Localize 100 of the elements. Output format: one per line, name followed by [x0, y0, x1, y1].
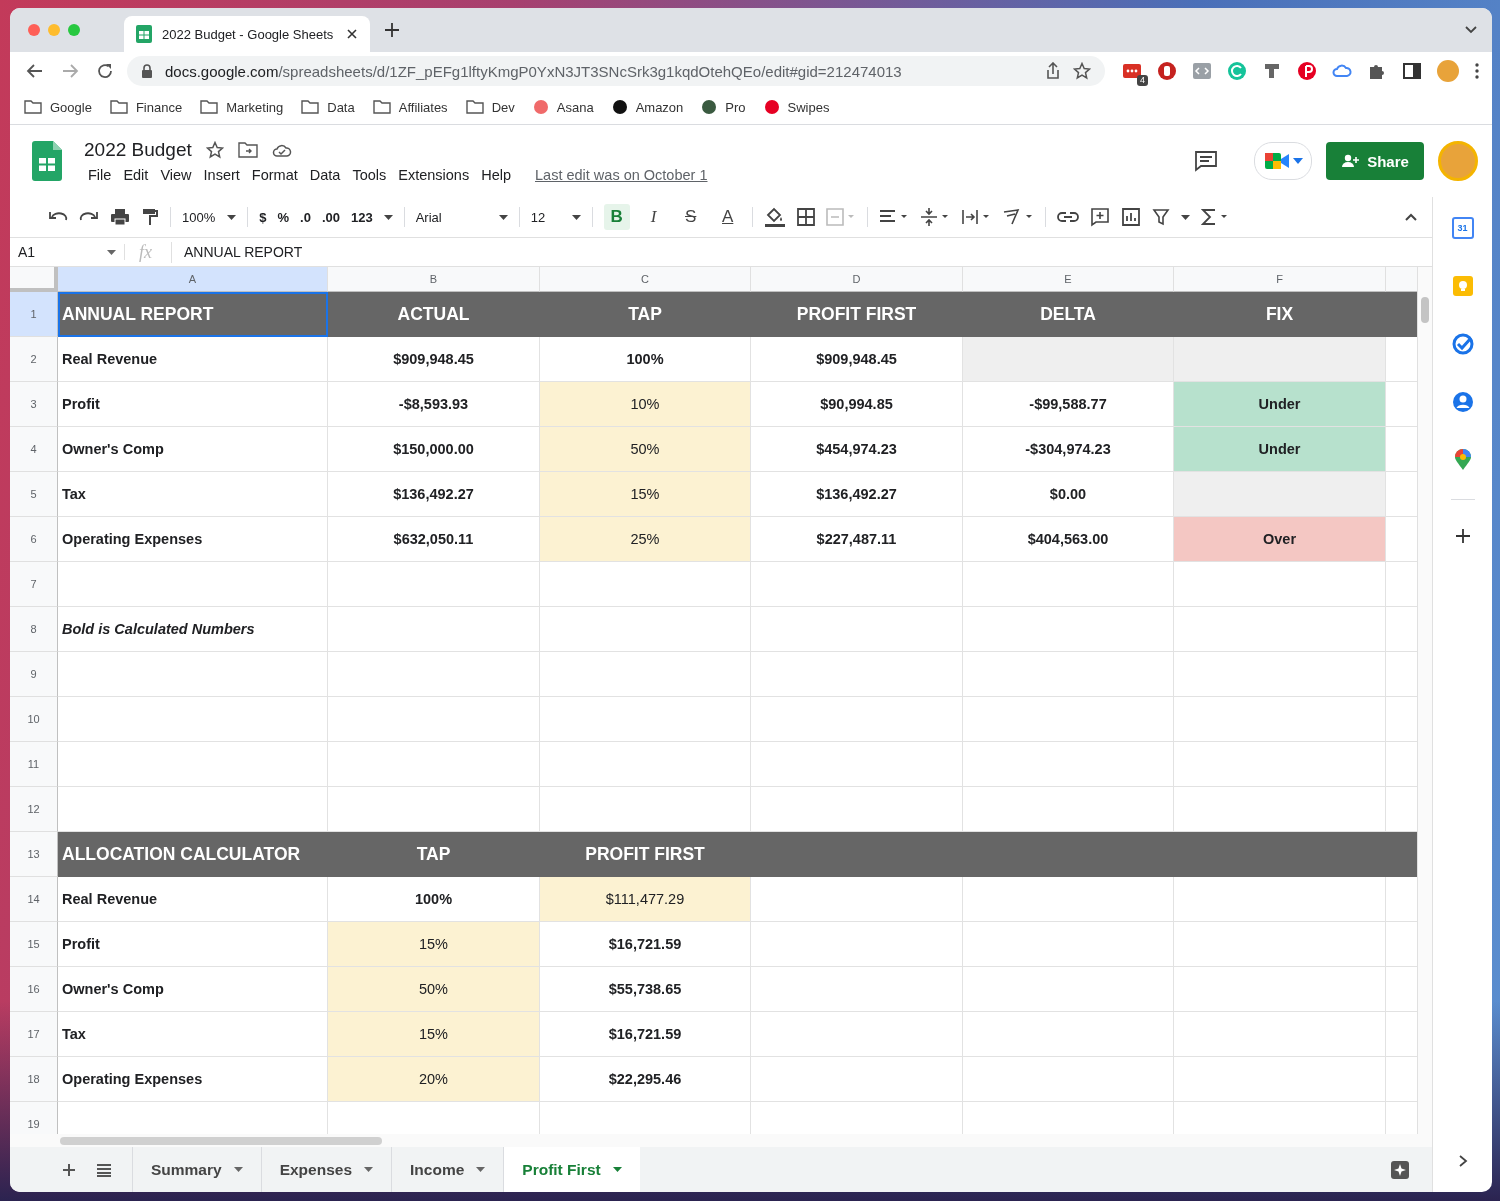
bookmark[interactable]: Amazon [611, 99, 684, 115]
menu-item[interactable]: Tools [346, 167, 393, 183]
chart-icon[interactable] [1120, 207, 1141, 227]
sheet-tab[interactable]: Expenses [260, 1147, 392, 1192]
formula-input[interactable]: ANNUAL REPORT [184, 244, 303, 260]
bookmark[interactable]: Data [301, 99, 355, 115]
browser-tab[interactable]: 2022 Budget - Google Sheets [124, 16, 370, 52]
text-style-button[interactable]: A [714, 204, 741, 230]
bookmark[interactable]: Affiliates [372, 99, 448, 115]
sheet-tab[interactable]: Profit First [503, 1147, 640, 1192]
fill-color-icon[interactable] [763, 206, 786, 228]
share-button[interactable]: Share [1326, 142, 1424, 180]
zoom-dropdown[interactable]: 100% [182, 209, 237, 225]
chevron-down-icon[interactable] [1464, 25, 1478, 35]
row-header[interactable]: 11 [10, 742, 58, 787]
code-extension-icon[interactable] [1192, 61, 1212, 81]
row-header[interactable]: 15 [10, 922, 58, 967]
cell-reference-field[interactable]: A1 [10, 244, 125, 260]
bookmark[interactable]: Marketing [200, 99, 284, 115]
text-rotation-icon[interactable] [1001, 208, 1034, 226]
scrollbar-thumb[interactable] [1421, 297, 1429, 323]
bookmark[interactable]: Google [24, 99, 92, 115]
caret-icon[interactable] [1180, 214, 1190, 220]
vertical-align-icon[interactable] [919, 207, 950, 227]
number-format-button[interactable]: % [277, 209, 290, 225]
reload-icon[interactable] [96, 62, 114, 80]
number-format-button[interactable]: $ [259, 209, 267, 225]
bookmark[interactable]: Dev [465, 99, 515, 115]
text-style-button[interactable]: I [640, 204, 667, 230]
vertical-scrollbar[interactable] [1417, 267, 1432, 1134]
add-icon[interactable] [1454, 528, 1471, 544]
menu-item[interactable]: Insert [197, 167, 246, 183]
more-menu-icon[interactable] [1474, 62, 1480, 80]
font-dropdown[interactable]: Arial [415, 209, 508, 225]
row-header[interactable]: 14 [10, 877, 58, 922]
menu-item[interactable]: Help [475, 167, 517, 183]
document-title[interactable]: 2022 Budget [84, 139, 192, 161]
row-header[interactable]: 12 [10, 787, 58, 832]
side-panel-icon[interactable] [1402, 61, 1422, 81]
caret-icon[interactable] [383, 214, 393, 220]
row-header[interactable]: 13 [10, 832, 58, 877]
column-header[interactable]: D [751, 267, 963, 292]
bookmark[interactable]: Swipes [763, 99, 830, 115]
menu-item[interactable]: Data [303, 167, 347, 183]
menu-item[interactable]: Extensions [392, 167, 476, 183]
row-header[interactable]: 5 [10, 472, 58, 517]
back-icon[interactable] [26, 63, 44, 79]
tasks-check-icon[interactable] [1451, 333, 1474, 355]
add-comment-icon[interactable] [1089, 207, 1110, 227]
cloud-saved-icon[interactable] [271, 142, 292, 158]
text-style-button[interactable]: S [677, 204, 704, 230]
map-pin-icon[interactable] [1453, 449, 1472, 471]
meet-button[interactable] [1254, 142, 1312, 180]
text-wrap-icon[interactable] [960, 208, 991, 226]
row-header[interactable]: 10 [10, 697, 58, 742]
close-tab-icon[interactable] [346, 28, 358, 40]
borders-icon[interactable] [796, 208, 815, 226]
print-icon[interactable] [110, 208, 130, 226]
text-style-button[interactable]: B [603, 204, 630, 230]
number-format-button[interactable]: 123 [350, 209, 373, 225]
font-size-dropdown[interactable]: 12 [530, 209, 581, 225]
column-header[interactable]: C [540, 267, 751, 292]
row-header[interactable]: 6 [10, 517, 58, 562]
share-page-icon[interactable] [1045, 62, 1061, 80]
sheet-tab[interactable]: Summary [132, 1147, 261, 1192]
row-header[interactable]: 1 [10, 292, 58, 337]
calendar-icon[interactable]: 31 [1451, 217, 1474, 239]
extension-icon[interactable] [1122, 62, 1142, 80]
horizontal-scrollbar[interactable] [10, 1134, 1432, 1147]
last-edit-link[interactable]: Last edit was on October 1 [535, 167, 708, 183]
column-header[interactable]: A [58, 267, 328, 292]
link-icon[interactable] [1056, 211, 1079, 223]
new-tab-icon[interactable] [384, 22, 400, 38]
row-header[interactable]: 4 [10, 427, 58, 472]
number-format-button[interactable]: .00 [321, 209, 340, 225]
bookmark[interactable]: Finance [109, 99, 183, 115]
collapse-icon[interactable] [1404, 212, 1418, 222]
menu-item[interactable]: View [154, 167, 198, 183]
comments-icon[interactable] [1194, 150, 1218, 172]
explore-icon[interactable] [1390, 1159, 1410, 1180]
row-header[interactable]: 19 [10, 1102, 58, 1134]
menu-item[interactable]: File [82, 167, 118, 183]
bookmark[interactable]: Pro [701, 99, 746, 115]
column-header[interactable]: E [963, 267, 1174, 292]
add-sheet-icon[interactable] [62, 1162, 76, 1177]
column-header[interactable]: B [328, 267, 540, 292]
menu-item[interactable]: Format [245, 167, 304, 183]
align-left-icon[interactable] [878, 209, 909, 225]
contacts-icon[interactable] [1451, 391, 1474, 413]
merge-cells-icon[interactable] [825, 208, 856, 226]
move-folder-icon[interactable] [237, 142, 258, 158]
row-header[interactable]: 2 [10, 337, 58, 382]
scrollbar-thumb[interactable] [60, 1137, 382, 1145]
row-header[interactable]: 9 [10, 652, 58, 697]
address-bar[interactable]: docs.google.com/spreadsheets/d/1ZF_pEFg1lftyKmgP0YxN3JT3SNcSrk3g1kqdOtehQEo/edit#gid=212474013 [127, 56, 1105, 86]
row-header[interactable]: 16 [10, 967, 58, 1012]
column-header[interactable]: F [1174, 267, 1386, 292]
paint-format-icon[interactable] [141, 208, 159, 226]
menu-item[interactable]: Edit [117, 167, 155, 183]
bookmark[interactable]: Asana [532, 99, 594, 115]
